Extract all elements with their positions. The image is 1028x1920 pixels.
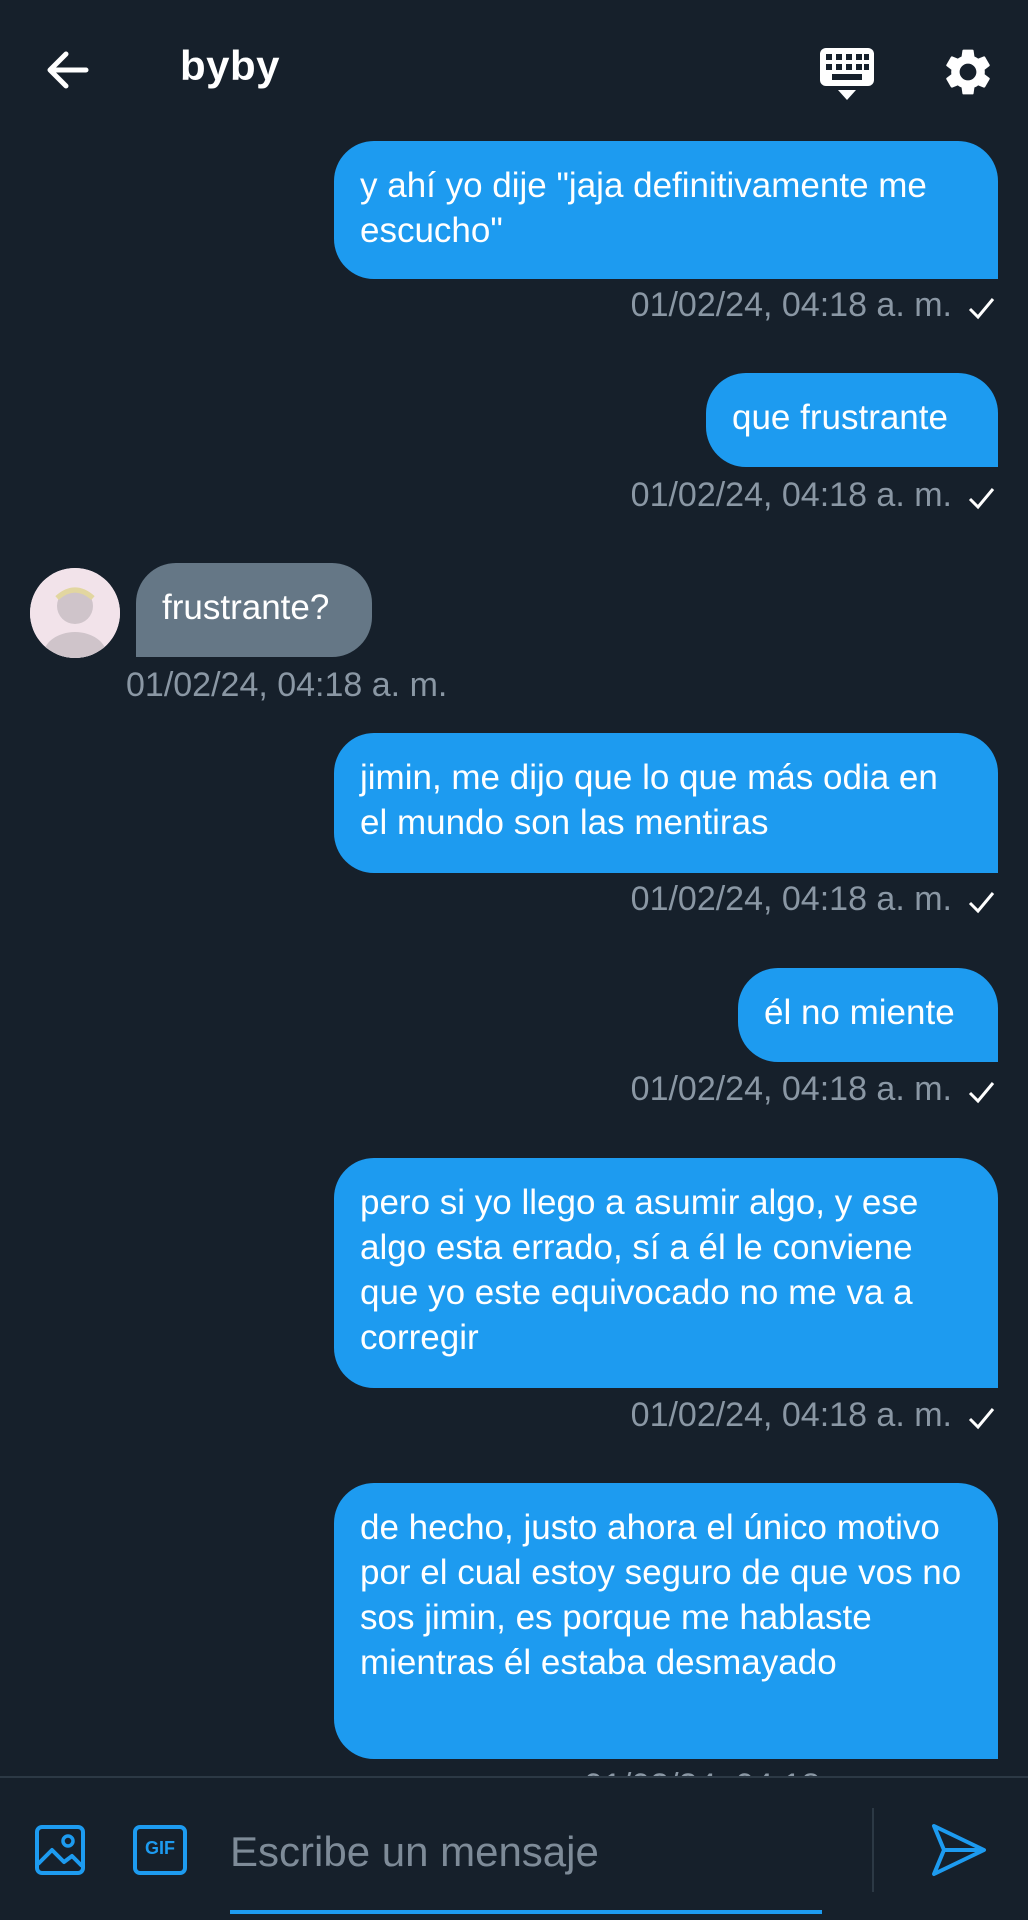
message-thread[interactable]: y ahí yo dije "jaja definitivamente me e… bbox=[0, 140, 1028, 1776]
sent-message-bubble[interactable]: él no miente bbox=[738, 968, 998, 1062]
add-image-button[interactable] bbox=[34, 1824, 86, 1876]
conversation-header: byby bbox=[0, 0, 1028, 140]
message-timestamp: 01/02/24, 04:18 a. m. bbox=[630, 1070, 952, 1108]
message-text: y ahí yo dije "jaja definitivamente me e… bbox=[360, 166, 927, 250]
conversation-title[interactable]: byby bbox=[180, 42, 280, 90]
sent-message-bubble[interactable]: jimin, me dijo que lo que más odia en el… bbox=[334, 733, 998, 873]
add-gif-button[interactable]: GIF bbox=[132, 1824, 188, 1876]
settings-button[interactable] bbox=[940, 44, 996, 100]
checkmark-icon bbox=[968, 1082, 995, 1104]
received-message-bubble[interactable]: frustrante? bbox=[136, 563, 372, 657]
message-text: que frustrante bbox=[732, 398, 948, 437]
send-button[interactable] bbox=[930, 1822, 988, 1878]
message-text: jimin, me dijo que lo que más odia en el… bbox=[360, 758, 938, 842]
sent-message-bubble[interactable]: de hecho, justo ahora el único motivo po… bbox=[334, 1483, 998, 1759]
message-text: de hecho, justo ahora el único motivo po… bbox=[360, 1508, 962, 1682]
sent-message-bubble[interactable]: pero si yo llego a asumir algo, y ese al… bbox=[334, 1158, 998, 1388]
avatar[interactable] bbox=[30, 568, 120, 658]
message-text: frustrante? bbox=[162, 588, 330, 627]
back-button[interactable] bbox=[44, 46, 92, 94]
message-timestamp: 01/02/24, 04:18 a. m. bbox=[630, 476, 952, 514]
message-composer: GIF bbox=[0, 1776, 1028, 1920]
message-input[interactable] bbox=[230, 1814, 822, 1890]
checkmark-icon bbox=[968, 488, 995, 510]
keyboard-toggle-button[interactable] bbox=[818, 44, 876, 102]
message-timestamp: 01/02/24, 04:18 a. m. bbox=[630, 1396, 952, 1434]
message-timestamp: 01/02/24, 04:18 a. m. bbox=[126, 666, 448, 704]
checkmark-icon bbox=[968, 892, 995, 914]
message-timestamp: 01/02/24, 04:18 a. m. bbox=[630, 286, 952, 324]
image-icon bbox=[35, 1825, 85, 1875]
keyboard-icon bbox=[820, 48, 874, 100]
message-text: pero si yo llego a asumir algo, y ese al… bbox=[360, 1183, 919, 1357]
composer-divider bbox=[872, 1808, 874, 1892]
input-underline bbox=[230, 1910, 822, 1914]
gif-label: GIF bbox=[145, 1838, 175, 1858]
sent-message-bubble[interactable]: y ahí yo dije "jaja definitivamente me e… bbox=[334, 141, 998, 279]
arrow-left-icon bbox=[47, 51, 89, 89]
message-timestamp: 01/02/24, 04:18 bbox=[584, 1767, 820, 1776]
sent-message-bubble[interactable]: que frustrante bbox=[706, 373, 998, 467]
gear-icon bbox=[946, 49, 990, 95]
checkmark-icon bbox=[968, 298, 995, 320]
message-text: él no miente bbox=[764, 993, 955, 1032]
avatar-image bbox=[30, 568, 120, 658]
message-timestamp: 01/02/24, 04:18 a. m. bbox=[630, 880, 952, 918]
send-icon bbox=[932, 1824, 986, 1876]
checkmark-icon bbox=[968, 1408, 995, 1430]
